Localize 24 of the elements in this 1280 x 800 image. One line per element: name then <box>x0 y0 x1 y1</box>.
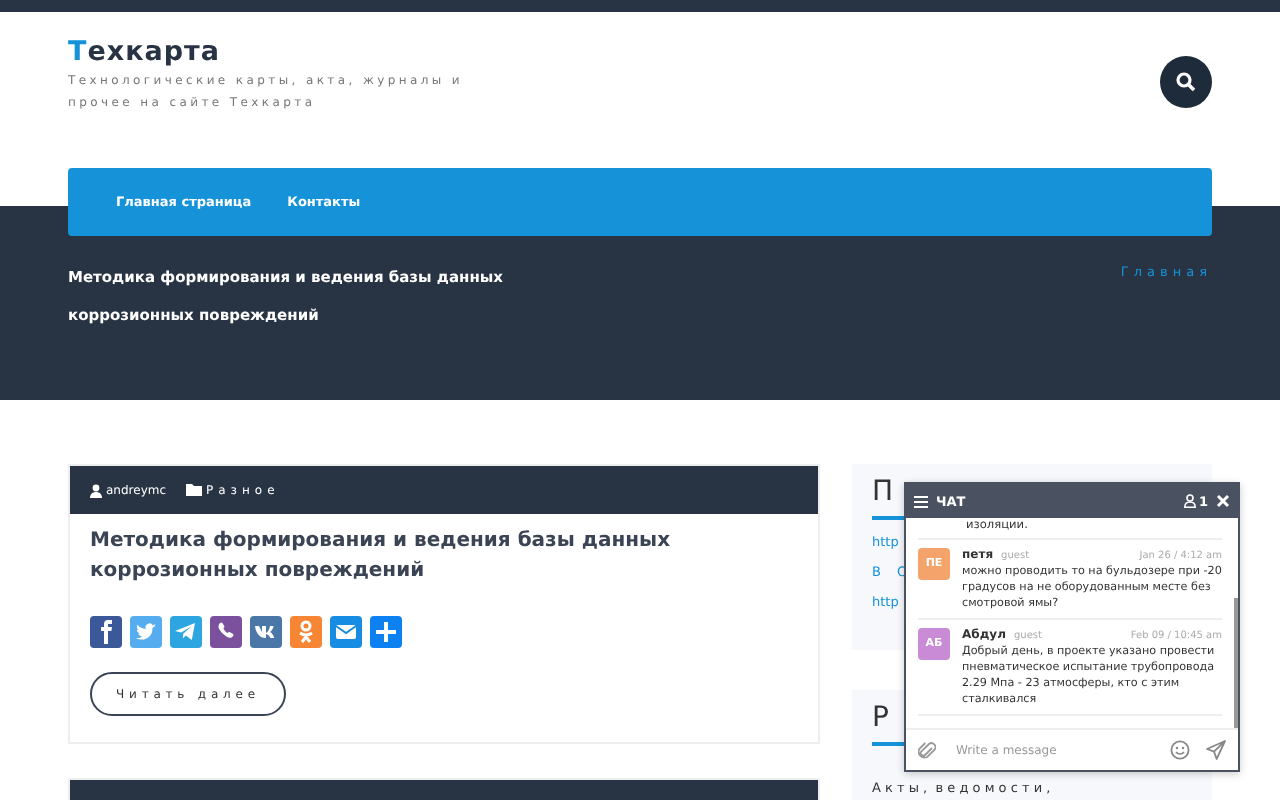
bird-icon <box>134 620 158 644</box>
send-icon[interactable] <box>1206 740 1226 760</box>
paperclip-icon[interactable] <box>918 740 936 760</box>
folder-icon <box>186 484 203 496</box>
share-button[interactable] <box>370 616 402 648</box>
user-icon <box>90 483 102 497</box>
site-logo[interactable]: Техкарта <box>68 36 468 68</box>
vk-icon <box>254 620 278 644</box>
ok-icon <box>294 620 318 644</box>
post-title[interactable]: Методика формирования и ведения базы данных коррозионных повреждений <box>90 526 798 586</box>
close-icon[interactable] <box>1216 494 1230 508</box>
user-icon <box>1184 494 1197 508</box>
phone-icon <box>214 620 238 644</box>
envelope-icon <box>334 620 358 644</box>
search-icon <box>1176 72 1196 92</box>
smiley-icon[interactable] <box>1170 740 1190 760</box>
share-button[interactable] <box>90 616 122 648</box>
paper-plane-icon <box>174 620 198 644</box>
menu-icon[interactable] <box>914 495 928 507</box>
share-button[interactable] <box>330 616 362 648</box>
search-button[interactable] <box>1160 56 1212 108</box>
share-button[interactable] <box>250 616 282 648</box>
plus-icon <box>374 620 398 644</box>
share-button[interactable] <box>210 616 242 648</box>
